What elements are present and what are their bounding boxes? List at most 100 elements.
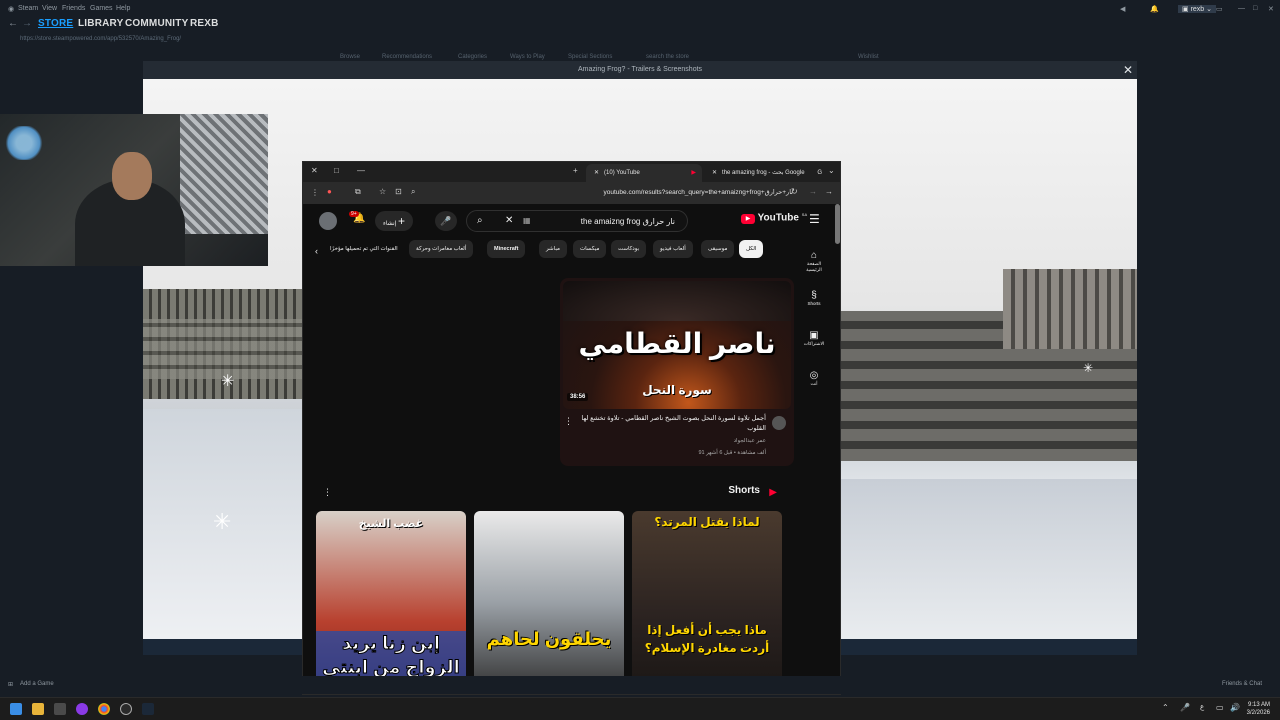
short-card[interactable]: يحلقون لحاهم [474, 511, 624, 694]
browser-menu-icon[interactable]: ⋮ [311, 188, 319, 197]
snowflake-icon: ✳ [213, 509, 232, 534]
maximize-icon[interactable]: □ [1253, 5, 1257, 12]
search-icon[interactable]: ⌕ [477, 215, 483, 226]
bookmark-star-icon[interactable]: ☆ [379, 187, 386, 196]
close-icon[interactable]: ✕ [1268, 5, 1274, 13]
discord-icon[interactable] [76, 703, 88, 715]
voice-search-icon[interactable]: 🎤 [435, 211, 457, 231]
hamburger-menu-icon[interactable]: ☰ [809, 212, 820, 226]
nav-store[interactable]: STORE [38, 18, 73, 29]
video-thumbnail[interactable]: ناصر القطامي سورة النحل 38:56 [563, 281, 791, 409]
subnav-recommendations[interactable]: Recommendations [382, 54, 432, 60]
chip-mixes[interactable]: ميكسات [573, 240, 607, 258]
channel-avatar[interactable] [772, 416, 786, 430]
language-icon[interactable]: ع [1200, 703, 1204, 711]
chip-minecraft[interactable]: Minecraft [487, 240, 526, 258]
back-arrow-icon[interactable]: ← [8, 18, 18, 29]
add-game-button[interactable]: Add a Game [20, 681, 54, 687]
you-icon: ◎ [809, 370, 819, 381]
zoom-icon[interactable]: ⌕ [411, 187, 415, 197]
chips-scroll-left-icon[interactable]: ‹ [315, 246, 318, 256]
sidebar-item-you[interactable]: ◎ أنت [800, 370, 828, 387]
sidebar-item-home[interactable]: ⌂ الصفحة الرئيسية [800, 250, 828, 273]
shorts-more-icon[interactable]: ⋮ [323, 487, 332, 498]
menu-games[interactable]: Games [90, 5, 113, 12]
add-game-icon[interactable]: ⊞ [8, 681, 13, 688]
subnav-categories[interactable]: Categories [458, 54, 487, 60]
nav-library[interactable]: LIBRARY [78, 18, 123, 29]
subnav-ways-to-play[interactable]: Ways to Play [510, 54, 545, 60]
friends-chat-button[interactable]: Friends & Chat [1222, 681, 1262, 687]
file-explorer-icon[interactable] [32, 703, 44, 715]
trailer-close-icon[interactable]: ✕ [1123, 63, 1133, 77]
obs-icon[interactable] [120, 703, 132, 715]
avatar[interactable] [319, 212, 337, 230]
menu-view[interactable]: View [42, 5, 57, 12]
windows-start-icon[interactable] [10, 703, 22, 715]
subnav-special-sections[interactable]: Special Sections [568, 54, 612, 60]
profile-icon[interactable]: ● [327, 187, 332, 196]
tray-overflow-icon[interactable]: ⌃ [1162, 703, 1169, 712]
browser-close-icon[interactable]: ✕ [311, 166, 318, 175]
announcements-icon[interactable]: ◀ [1120, 5, 1125, 13]
chip-live[interactable]: مباشر [539, 240, 567, 258]
menu-steam[interactable]: Steam [18, 5, 38, 12]
chip-adventure-games[interactable]: ألعاب مغامرات وحركة [409, 240, 474, 258]
forward-icon[interactable]: → [809, 187, 817, 196]
chrome-icon[interactable] [98, 703, 110, 715]
forward-arrow-icon[interactable]: → [22, 18, 32, 29]
building-right-tower [1003, 269, 1137, 349]
steam-taskbar-icon[interactable] [142, 703, 154, 715]
subnav-browse[interactable]: Browse [340, 54, 360, 60]
terminal-icon[interactable] [54, 703, 66, 715]
chip-podcasts[interactable]: بودكاست [611, 240, 647, 258]
menu-help[interactable]: Help [116, 5, 130, 12]
sidebar-item-subscriptions[interactable]: ▣ الاشتراكات [800, 330, 828, 347]
nav-community[interactable]: COMMUNITY [125, 18, 188, 29]
tab-close-icon[interactable]: ✕ [594, 170, 599, 176]
tab-google[interactable]: ✕ the amazing frog - بحث Google G [704, 164, 824, 182]
sidebar-item-shorts[interactable]: § Shorts [800, 290, 828, 306]
tab-close-icon[interactable]: ✕ [712, 170, 717, 176]
chip-video-games[interactable]: ألعاب فيديو [653, 240, 693, 258]
notifications-icon[interactable]: 🔔 [1150, 5, 1159, 13]
microphone-icon[interactable]: 🎤 [1180, 703, 1190, 712]
tab-youtube[interactable]: ✕ (10) YouTube ▶ [586, 164, 702, 182]
chip-music[interactable]: موسيقى [701, 240, 735, 258]
video-result-card[interactable]: ناصر القطامي سورة النحل 38:56 ⋮ أجمل تلا… [560, 278, 794, 466]
page-scrollbar[interactable] [835, 204, 840, 244]
volume-icon[interactable]: 🔊 [1230, 703, 1240, 712]
clock[interactable]: 9:13 AM 3/2/2026 [1247, 701, 1270, 717]
browser-maximize-icon[interactable]: □ [334, 166, 339, 175]
store-search-input[interactable]: search the store [646, 54, 689, 60]
browser-minimize-icon[interactable]: — [357, 166, 365, 175]
back-icon[interactable]: → [825, 187, 833, 196]
address-bar[interactable]: youtube.com/results?search_query=the+ama… [443, 188, 793, 196]
minimize-icon[interactable]: — [1238, 5, 1245, 12]
wishlist-link[interactable]: Wishlist [858, 54, 879, 60]
reload-icon[interactable]: ↻ [791, 187, 798, 196]
short-card[interactable]: غضب الشيخ إبن زنا يريد الزواج من ابنتي [316, 511, 466, 694]
region-code: SA [801, 212, 808, 217]
network-icon[interactable]: ▭ [1216, 703, 1224, 712]
keyboard-icon[interactable]: ▦ [523, 216, 531, 225]
new-tab-icon[interactable]: + [573, 166, 578, 175]
menu-friends[interactable]: Friends [62, 5, 85, 12]
video-title[interactable]: أجمل تلاوة لسورة النحل بصوت الشيخ ناصر ا… [576, 414, 766, 434]
chip-all[interactable]: الكل [739, 240, 764, 258]
taskbar: ⌃ 🎤 ع ▭ 🔊 9:13 AM 3/2/2026 [0, 697, 1280, 720]
short-card[interactable]: لماذا يقتل المرتد؟ ماذا يجب أن أفعل إذا … [632, 511, 782, 694]
clear-search-icon[interactable]: ✕ [505, 215, 513, 226]
tab-search-icon[interactable]: ⌄ [828, 166, 835, 175]
chip-recently-uploaded[interactable]: القنوات التي تم تحميلها مؤخرًا [323, 240, 405, 258]
search-input[interactable]: ⌕ ✕ ▦ the amaizng frog نار حرارق [466, 210, 688, 232]
extensions-icon[interactable]: ⧉ [355, 187, 361, 197]
nav-user[interactable]: REXB [190, 18, 219, 29]
create-button[interactable]: إنشاء + [375, 211, 414, 231]
user-menu[interactable]: ▣ rexb ⌄ [1178, 5, 1216, 13]
youtube-logo[interactable]: ▶ YouTube SA [741, 212, 808, 225]
install-app-icon[interactable]: ⊡ [395, 187, 402, 196]
big-picture-icon[interactable]: ▭ [1216, 5, 1223, 13]
video-more-icon[interactable]: ⋮ [564, 416, 573, 427]
video-channel[interactable]: عمر عبدالجواد [734, 438, 766, 444]
